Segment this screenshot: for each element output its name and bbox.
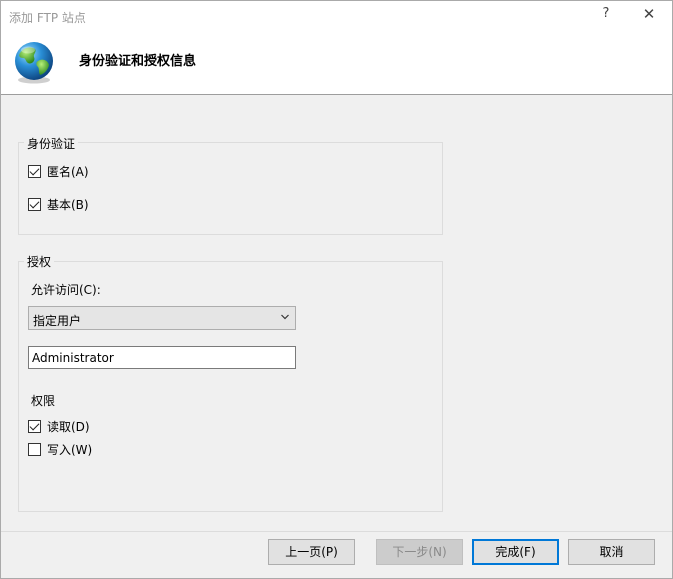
basic-checkbox[interactable]: [28, 197, 41, 211]
wizard-header: 身份验证和授权信息: [1, 31, 672, 95]
authorization-legend: 授权: [24, 253, 55, 270]
write-checkbox[interactable]: [28, 442, 41, 456]
anonymous-checkbox[interactable]: [28, 164, 41, 178]
permissions-label: 权限: [31, 394, 56, 408]
basic-label: 基本(B): [47, 197, 89, 212]
allow-access-dropdown[interactable]: 指定用户: [28, 306, 296, 330]
window-title: 添加 FTP 站点: [9, 11, 86, 25]
basic-checkbox-row[interactable]: 基本(B): [28, 196, 89, 212]
globe-icon: [15, 42, 53, 84]
users-input-value: Administrator: [32, 351, 114, 365]
title-bar: 添加 FTP 站点 ? ✕: [1, 1, 672, 31]
finish-button[interactable]: 完成(F): [472, 539, 559, 565]
chevron-down-icon: [281, 314, 289, 320]
anonymous-label: 匿名(A): [47, 164, 89, 179]
users-input[interactable]: Administrator: [28, 346, 296, 369]
close-button[interactable]: ✕: [637, 5, 661, 27]
anonymous-checkbox-row[interactable]: 匿名(A): [28, 163, 89, 179]
authentication-group: [18, 142, 443, 235]
next-button[interactable]: 下一步(N): [376, 539, 463, 565]
authorization-group: [18, 261, 443, 512]
read-checkbox[interactable]: [28, 419, 41, 433]
dialog-window: 添加 FTP 站点 ? ✕ 身份验证和授权信息 身份验证 匿名(A) 基本(B)…: [0, 0, 673, 579]
read-label: 读取(D): [47, 419, 90, 434]
allow-access-label: 允许访问(C):: [31, 283, 101, 297]
page-title: 身份验证和授权信息: [79, 54, 197, 69]
previous-button[interactable]: 上一页(P): [268, 539, 355, 565]
help-button[interactable]: ?: [597, 6, 615, 26]
footer-divider: [1, 531, 672, 532]
authentication-legend: 身份验证: [24, 135, 79, 152]
allow-access-selected: 指定用户: [33, 314, 82, 328]
write-checkbox-row[interactable]: 写入(W): [28, 441, 92, 457]
cancel-button[interactable]: 取消: [568, 539, 655, 565]
read-checkbox-row[interactable]: 读取(D): [28, 418, 90, 434]
write-label: 写入(W): [47, 442, 93, 457]
